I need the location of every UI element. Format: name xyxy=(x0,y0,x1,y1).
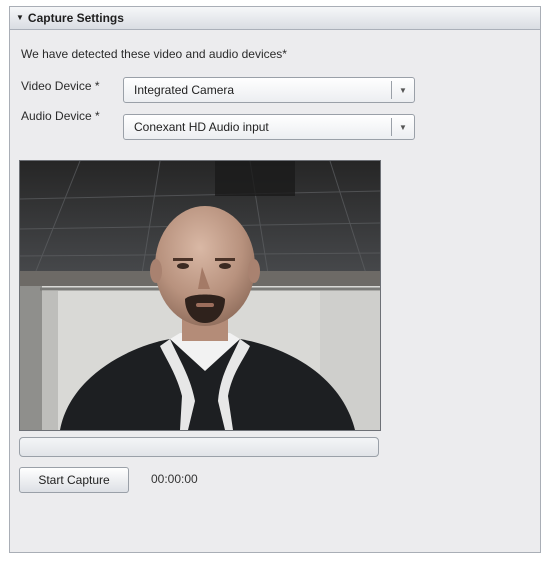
audio-device-select[interactable]: Conexant HD Audio input ▼ xyxy=(123,114,415,140)
video-preview xyxy=(19,160,381,431)
video-device-select[interactable]: Integrated Camera ▼ xyxy=(123,77,415,103)
panel-header[interactable]: ▼ Capture Settings xyxy=(10,7,540,30)
panel-title: Capture Settings xyxy=(27,11,124,25)
capture-timer: 00:00:00 xyxy=(151,472,198,486)
audio-device-label: Audio Device * xyxy=(21,109,100,123)
capture-progress-bar xyxy=(19,437,379,457)
chevron-down-icon[interactable]: ▼ xyxy=(392,86,414,95)
video-device-label: Video Device * xyxy=(21,79,100,93)
capture-settings-panel: ▼ Capture Settings We have detected thes… xyxy=(9,6,541,553)
video-device-value: Integrated Camera xyxy=(134,83,235,97)
webcam-frame-image xyxy=(20,161,380,430)
triangle-down-icon[interactable]: ▼ xyxy=(16,14,24,22)
intro-text: We have detected these video and audio d… xyxy=(21,47,287,61)
chevron-down-icon[interactable]: ▼ xyxy=(392,123,414,132)
audio-device-value: Conexant HD Audio input xyxy=(134,120,269,134)
start-capture-button[interactable]: Start Capture xyxy=(19,467,129,493)
